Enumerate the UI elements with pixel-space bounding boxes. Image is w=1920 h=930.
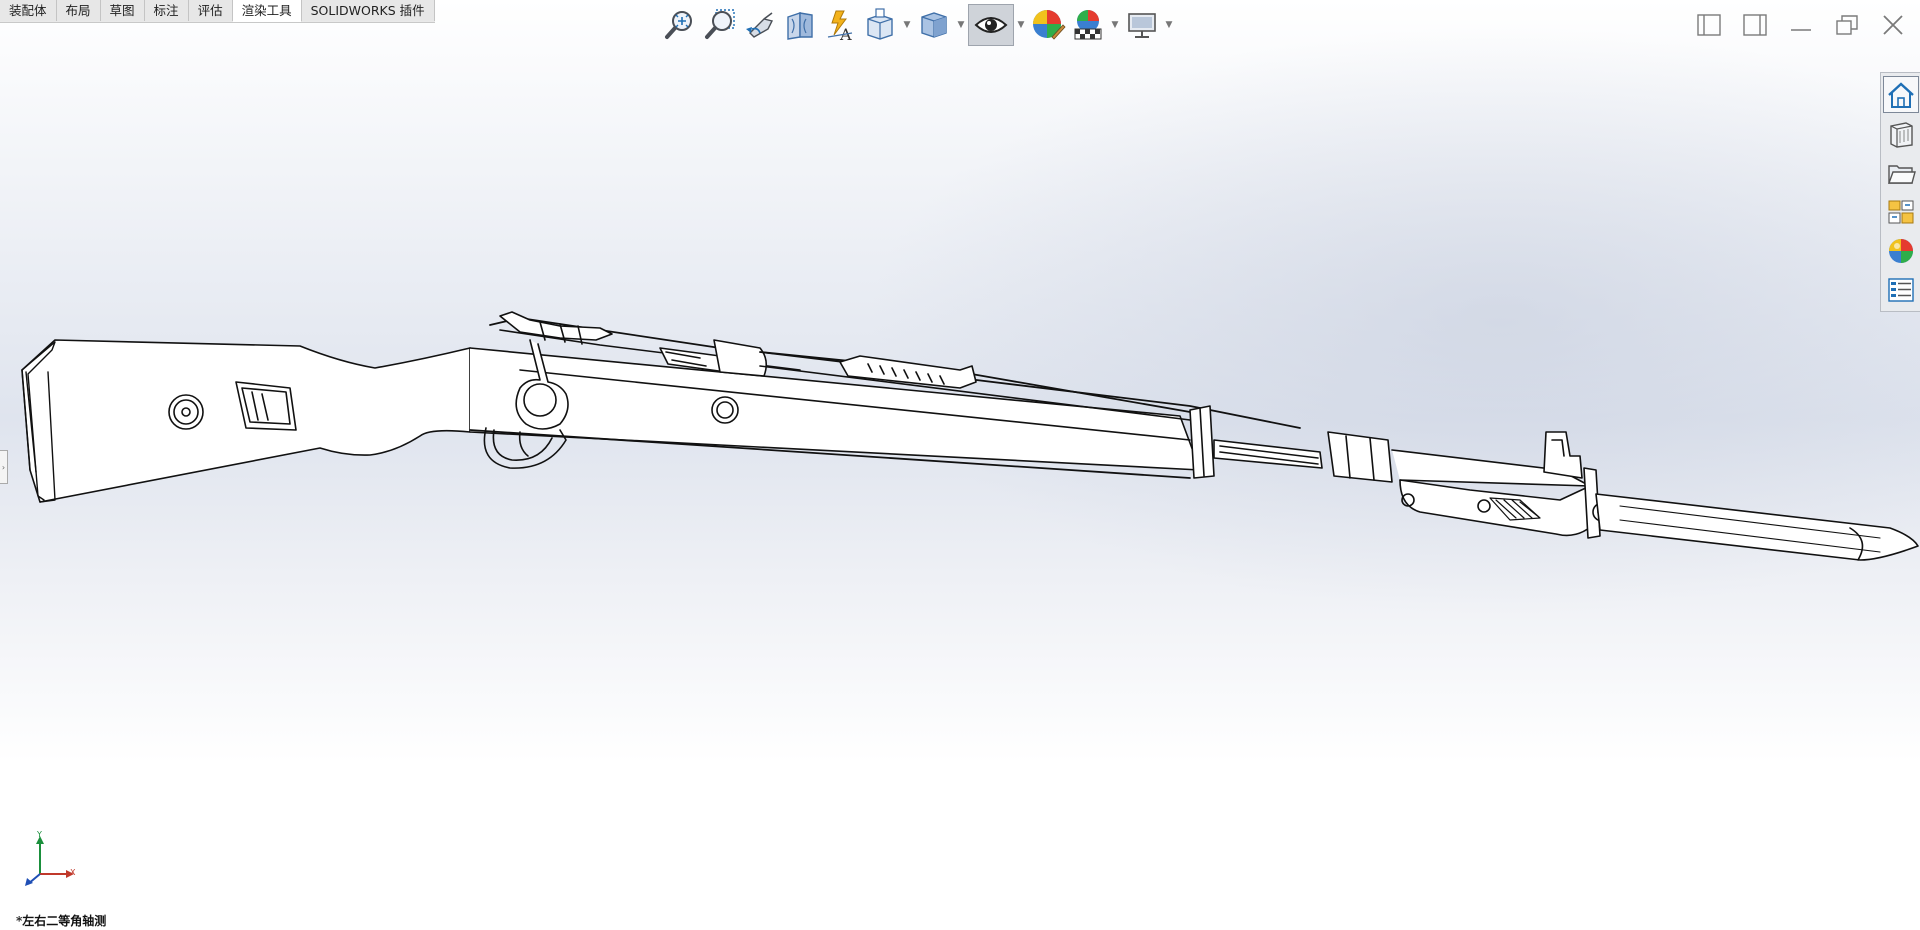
rifle-model[interactable]: [0, 290, 1920, 590]
chevron-down-icon: ▼: [1165, 20, 1173, 30]
reference-triad: [25, 836, 74, 886]
receiver-screw: [711, 396, 739, 424]
section-view-button[interactable]: [780, 4, 820, 46]
zoom-to-area-button[interactable]: [700, 4, 740, 46]
dynamic-annotation-view-icon: A: [827, 10, 853, 43]
file-explorer-icon: [1887, 164, 1916, 184]
hide-show-items-dropdown[interactable]: ▼: [1014, 4, 1028, 46]
edit-appearance-button[interactable]: [1028, 4, 1068, 46]
view-settings-icon: [1128, 13, 1156, 38]
solidworks-resources-icon: [1887, 81, 1914, 108]
hide-show-items-icon: [974, 17, 1008, 33]
chevron-down-icon: ▼: [903, 20, 911, 30]
apply-scene-icon: [1074, 10, 1102, 40]
task-pane-design-library[interactable]: [1883, 115, 1919, 152]
display-style-button[interactable]: [914, 4, 954, 46]
task-pane-tabs: [1880, 72, 1920, 312]
command-manager-tabs: 装配体 布局 草图 标注 评估 渲染工具 SOLIDWORKS 插件: [0, 0, 435, 23]
heads-up-view-toolbar: A ▼ ▼ ▼ ▼ ▼: [660, 2, 1176, 48]
tab-sketch[interactable]: 草图: [100, 0, 145, 21]
tab-evaluate[interactable]: 评估: [188, 0, 233, 21]
triad-y-label: Y: [37, 830, 42, 839]
restore-icon: [1836, 15, 1858, 35]
hide-show-items-button[interactable]: [968, 4, 1014, 46]
edit-appearance-icon: [1033, 10, 1066, 40]
tile-left-icon: [1697, 14, 1721, 36]
view-orientation-button[interactable]: [860, 4, 900, 46]
bayonet-blade: [1595, 493, 1919, 561]
task-pane-resources[interactable]: [1882, 76, 1919, 113]
zoom-to-fit-icon: [665, 11, 692, 39]
view-settings-button[interactable]: [1122, 4, 1162, 46]
minimize-button[interactable]: [1782, 6, 1820, 44]
barrel-band-rear: [713, 339, 768, 377]
zoom-to-area-icon: [705, 9, 735, 39]
task-pane-view-palette[interactable]: [1883, 193, 1919, 230]
previous-view-icon: [746, 12, 774, 38]
view-orientation-name: *左右二等角轴测: [16, 914, 107, 928]
tab-markup[interactable]: 标注: [144, 0, 189, 21]
view-orientation-dropdown[interactable]: ▼: [900, 4, 914, 46]
tab-solidworks-addins[interactable]: SOLIDWORKS 插件: [301, 0, 435, 21]
chevron-down-icon: ▼: [957, 20, 965, 30]
restore-button[interactable]: [1828, 6, 1866, 44]
task-pane-appearances[interactable]: [1883, 232, 1919, 269]
previous-view-button[interactable]: [740, 4, 780, 46]
task-pane-file-explorer[interactable]: [1883, 154, 1919, 191]
design-library-icon: [1889, 121, 1913, 148]
tab-render-tools[interactable]: 渲染工具: [232, 0, 302, 22]
close-icon: [1883, 15, 1903, 35]
apply-scene-button[interactable]: [1068, 4, 1108, 46]
close-button[interactable]: [1874, 6, 1912, 44]
triad-x-label: X: [70, 868, 76, 877]
chevron-down-icon: ▼: [1111, 20, 1119, 30]
section-view-icon: [787, 12, 813, 40]
chevron-down-icon: ▼: [1017, 20, 1025, 30]
tile-right-button[interactable]: [1736, 6, 1774, 44]
tile-right-icon: [1743, 14, 1767, 36]
view-palette-icon: [1888, 200, 1913, 223]
display-style-icon: [921, 12, 947, 38]
rear-sight: [499, 311, 613, 341]
dynamic-annotation-view-button[interactable]: A: [820, 4, 860, 46]
apply-scene-dropdown[interactable]: ▼: [1108, 4, 1122, 46]
window-controls: [1690, 6, 1912, 44]
sight-ladder: [839, 355, 977, 389]
nose-cap: [1327, 431, 1393, 483]
forestock: [469, 347, 1201, 471]
view-settings-dropdown[interactable]: ▼: [1162, 4, 1176, 46]
view-orientation-icon: [867, 8, 893, 40]
zoom-to-fit-button[interactable]: [660, 4, 700, 46]
appearances-scenes-icon: [1888, 238, 1913, 263]
tile-left-button[interactable]: [1690, 6, 1728, 44]
front-sight: [1543, 431, 1583, 479]
minimize-icon: [1791, 29, 1811, 31]
tab-layout[interactable]: 布局: [56, 0, 101, 21]
display-style-dropdown[interactable]: ▼: [954, 4, 968, 46]
tab-assembly[interactable]: 装配体: [0, 0, 57, 21]
